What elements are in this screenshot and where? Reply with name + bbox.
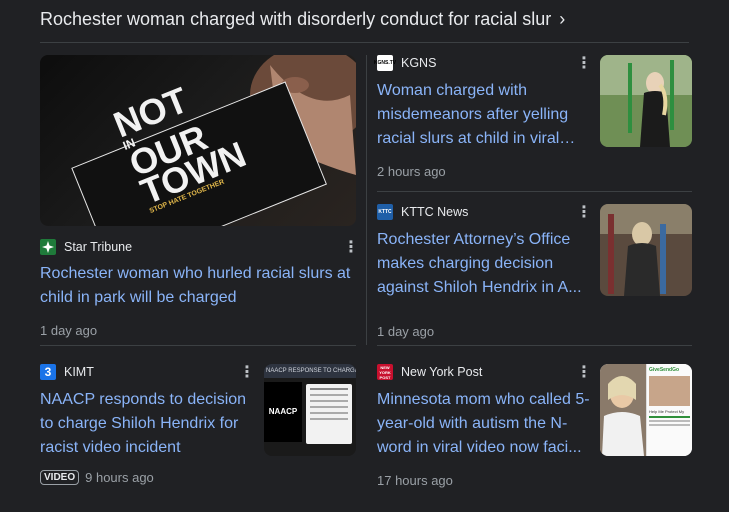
source-kttc[interactable]: KTTC KTTC News [377, 204, 468, 220]
more-options-icon[interactable]: ⋮ [239, 365, 255, 381]
headline-link[interactable]: Rochester woman who hurled racial slurs … [40, 262, 358, 310]
kgns-logo-icon: KGNS.TV [374, 55, 396, 71]
timestamp: 9 hours ago [85, 470, 154, 485]
source-name: KGNS [401, 56, 437, 70]
timestamp: 2 hours ago [377, 164, 446, 179]
naacp-logo: NAACP [264, 382, 302, 442]
more-options-icon[interactable]: ⋮ [576, 205, 592, 221]
headline-link[interactable]: NAACP responds to decision to charge Shi… [40, 388, 255, 460]
thumb-title: NAACP RESPONSE TO CHARGING [264, 364, 356, 378]
card-image-startribune[interactable]: NOT IN OUR TOWN STOP HATE TOGETHER [40, 55, 356, 226]
headline-link[interactable]: Rochester Attorney’s Office makes chargi… [377, 228, 587, 300]
kttc-logo-icon: KTTC [377, 204, 393, 220]
source-name: KTTC News [401, 205, 469, 219]
chevron-right-icon: › [559, 8, 566, 29]
more-options-icon[interactable]: ⋮ [576, 56, 592, 72]
star-tribune-logo-icon [40, 239, 56, 255]
column-divider [366, 55, 367, 345]
thumbnail-nypost[interactable]: GiveSendGo Help Me Protect My [600, 364, 692, 456]
divider [377, 345, 692, 346]
video-badge: VIDEO [40, 470, 80, 485]
source-startribune[interactable]: Star Tribune [40, 239, 132, 255]
meta-row: VIDEO 9 hours ago [40, 470, 154, 485]
story-title-text: Rochester woman charged with disorderly … [40, 8, 552, 29]
more-options-icon[interactable]: ⋮ [576, 365, 592, 381]
source-name: KIMT [64, 365, 94, 379]
person-photo [600, 364, 646, 456]
divider [40, 345, 356, 346]
thumbnail-kttc[interactable] [600, 204, 692, 296]
thumbnail-kimt[interactable]: NAACP RESPONSE TO CHARGING NAACP [264, 364, 356, 456]
source-nypost[interactable]: NEW YORK POST New York Post [377, 364, 482, 380]
divider [377, 191, 692, 192]
source-kgns[interactable]: KGNS.TV KGNS [374, 55, 437, 71]
thumbnail-kgns[interactable] [600, 55, 692, 147]
timestamp: 1 day ago [377, 324, 435, 339]
fundraiser-screenshot: GiveSendGo Help Me Protect My [647, 364, 692, 456]
story-title[interactable]: Rochester woman charged with disorderly … [40, 8, 565, 30]
park-photo [600, 204, 692, 296]
nypost-logo-icon: NEW YORK POST [377, 364, 393, 380]
divider [40, 42, 689, 43]
source-name: Star Tribune [64, 240, 133, 254]
fundraiser-caption: Help Me Protect My [649, 409, 685, 414]
kimt-logo-icon: 3 [40, 364, 56, 380]
timestamp: 1 day ago [40, 323, 98, 338]
headline-link[interactable]: Minnesota mom who called 5-year-old with… [377, 388, 592, 460]
timestamp: 17 hours ago [377, 473, 453, 488]
source-kimt[interactable]: 3 KIMT [40, 364, 94, 380]
headline-link[interactable]: Woman charged with misdemeanors after ye… [377, 79, 587, 151]
more-options-icon[interactable]: ⋮ [343, 240, 359, 256]
source-name: New York Post [401, 365, 483, 379]
givesendgo-label: GiveSendGo [649, 367, 680, 373]
document-image [306, 384, 352, 444]
park-photo [600, 55, 692, 147]
